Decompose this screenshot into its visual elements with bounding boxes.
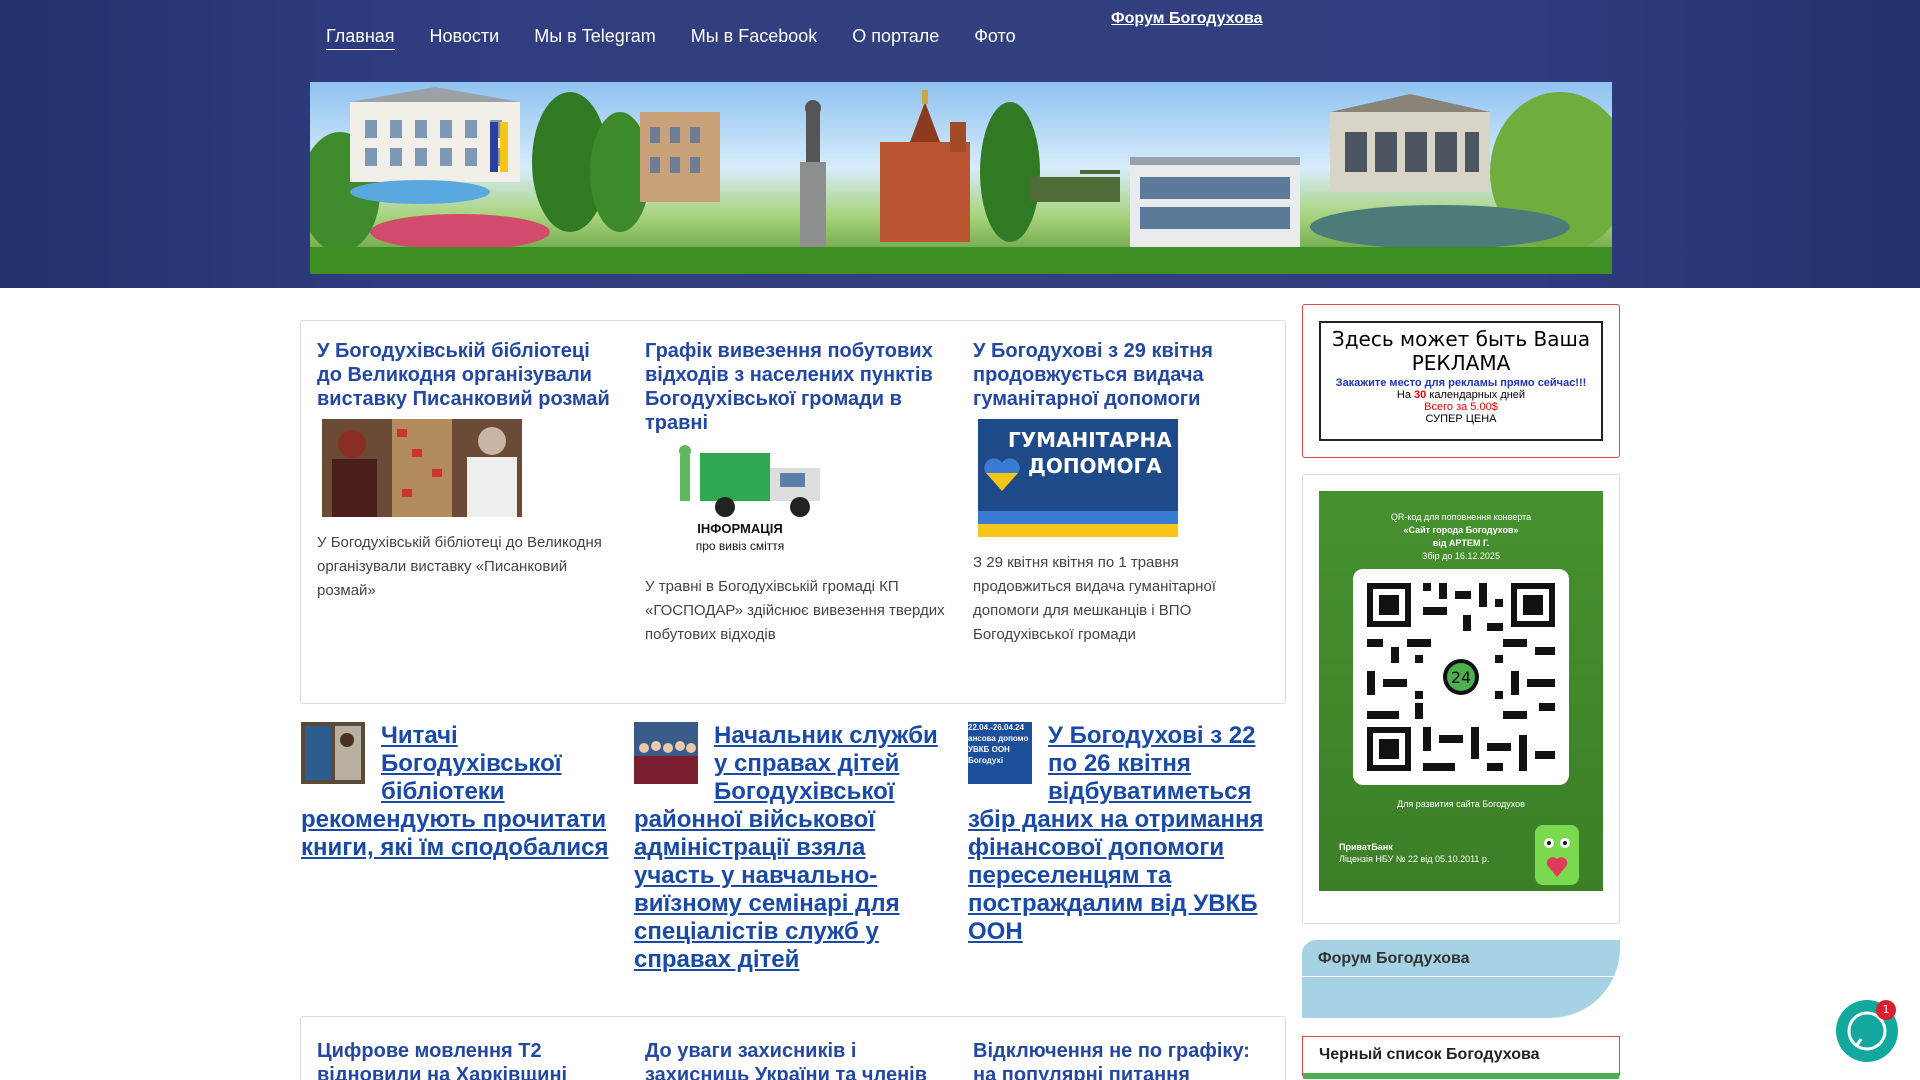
nav-about[interactable]: О портале bbox=[852, 26, 939, 50]
qr-center-badge: 24 bbox=[1451, 668, 1471, 687]
news-link-item: Начальник служби у справах дітей Богодух… bbox=[634, 722, 944, 974]
qr-caption: QR-код для поповнення конверта bbox=[1390, 512, 1532, 522]
ad-number: 30 bbox=[1414, 389, 1427, 401]
sidebar-forum-block[interactable]: Форум Богодухова bbox=[1302, 940, 1620, 1018]
qr-bank-info: ПриватБанк Ліцензія НБУ № 22 від 05.10.2… bbox=[1339, 841, 1489, 865]
sidebar-blacklist-block[interactable]: Черный список Богодухова bbox=[1302, 1036, 1620, 1079]
header-banner-image bbox=[310, 82, 1612, 274]
top-navigation: Главная Новости Мы в Telegram Мы в Faceb… bbox=[326, 26, 1051, 50]
ad-line: На 30 календарных дней bbox=[1321, 389, 1601, 401]
news-item: У Богодухові з 29 квітня продовжується в… bbox=[973, 339, 1273, 647]
forum-link[interactable]: Форум Богодухова bbox=[1111, 10, 1263, 28]
image-caption: про вивіз сміття bbox=[695, 539, 785, 553]
humanitarian-aid-thumbnail[interactable]: ГУМАНІТАРНА ДОПОМОГА bbox=[978, 419, 1178, 537]
news-card-row-3: Цифрове мовлення Т2 відновили на Харківщ… bbox=[300, 1016, 1286, 1080]
news-excerpt: З 29 квітня квітня по 1 травня продовжит… bbox=[973, 554, 1216, 643]
news-title[interactable]: У Богодухівській бібліотеці до Великодня… bbox=[317, 339, 617, 411]
news-item: Цифрове мовлення Т2 відновили на Харківщ… bbox=[317, 1039, 617, 1080]
news-item: У Богодухівській бібліотеці до Великодня… bbox=[317, 339, 617, 603]
waste-removal-thumbnail[interactable]: ІНФОРМАЦІЯ про вивіз сміття bbox=[650, 443, 850, 561]
unhcr-notice-thumbnail[interactable]: 22.04.-26.04.24 ансова допомо УВКБ ООН Б… bbox=[968, 722, 1032, 784]
news-link-item: Читачі Богодухівської бібліотеки рекомен… bbox=[301, 722, 611, 862]
qr-purpose: Для развития сайта Богодухов bbox=[1397, 799, 1525, 809]
nav-news[interactable]: Новости bbox=[430, 26, 500, 50]
news-link-item: 22.04.-26.04.24 ансова допомо УВКБ ООН Б… bbox=[968, 722, 1278, 946]
sidebar-ad-card: Здесь может быть Ваша РЕКЛАМА Закажите м… bbox=[1302, 304, 1620, 458]
site-header: Главная Новости Мы в Telegram Мы в Faceb… bbox=[0, 0, 1920, 288]
news-excerpt: У травні в Богодухівській громаді КП «ГО… bbox=[645, 578, 945, 643]
nav-telegram[interactable]: Мы в Telegram bbox=[534, 26, 656, 50]
divider bbox=[1302, 976, 1620, 977]
news-excerpt: У Богодухівській бібліотеці до Великодня… bbox=[317, 534, 602, 599]
thumbnail-text: 22.04.-26.04.24 ансова допомо УВКБ ООН Б… bbox=[968, 723, 1029, 765]
ad-banner[interactable]: Здесь может быть Ваша РЕКЛАМА Закажите м… bbox=[1319, 321, 1603, 441]
image-caption: ДОПОМОГА bbox=[1028, 454, 1162, 478]
qr-caption: Збір до 16.12.2025 bbox=[1422, 551, 1500, 561]
sidebar-forum-label: Форум Богодухова bbox=[1318, 950, 1470, 967]
bank-name: ПриватБанк bbox=[1339, 842, 1393, 852]
garbage-truck-icon bbox=[679, 445, 820, 517]
chat-notification-badge: 1 bbox=[1876, 1000, 1896, 1020]
green-strip bbox=[1303, 1073, 1619, 1079]
qr-caption: «Сайт города Богодухов» bbox=[1403, 525, 1519, 535]
news-item: Графік вивезення побутових відходів з на… bbox=[645, 339, 945, 647]
news-item: Відключення не по графіку: на популярні … bbox=[973, 1039, 1273, 1080]
heart-icon bbox=[984, 458, 1020, 491]
sidebar-donation-card: QR-код для поповнення конверта «Сайт гор… bbox=[1302, 474, 1620, 924]
mascot-icon bbox=[1535, 825, 1579, 885]
donation-qr-poster[interactable]: QR-код для поповнення конверта «Сайт гор… bbox=[1319, 491, 1603, 891]
ad-line: РЕКЛАМА bbox=[1411, 351, 1511, 375]
news-card-row-1: У Богодухівській бібліотеці до Великодня… bbox=[300, 320, 1286, 704]
seminar-group-thumbnail[interactable] bbox=[634, 722, 698, 784]
ad-line: Закажите место для рекламы прямо сейчас!… bbox=[1335, 377, 1587, 389]
news-title[interactable]: Цифрове мовлення Т2 відновили на Харківщ… bbox=[317, 1039, 617, 1080]
town-collage-illustration bbox=[310, 87, 1612, 274]
qr-caption: від АРТЕМ Г. bbox=[1432, 538, 1490, 548]
library-photo-thumbnail[interactable] bbox=[322, 419, 522, 517]
image-caption: ГУМАНІТАРНА bbox=[1008, 428, 1172, 452]
qr-code: 24 bbox=[1353, 569, 1569, 785]
nav-photo[interactable]: Фото bbox=[974, 26, 1015, 50]
ad-line: Всего за 5.00$ bbox=[1424, 401, 1498, 413]
image-caption: ІНФОРМАЦІЯ bbox=[697, 521, 783, 536]
ad-text: На bbox=[1396, 389, 1411, 401]
news-title[interactable]: У Богодухові з 29 квітня продовжується в… bbox=[973, 339, 1273, 411]
ad-text: календарных дней bbox=[1429, 389, 1526, 401]
qr-code-icon: 24 bbox=[1367, 583, 1555, 771]
news-title[interactable]: Відключення не по графіку: на популярні … bbox=[973, 1039, 1273, 1080]
sidebar-blacklist-label: Черный список Богодухова bbox=[1319, 1046, 1540, 1063]
news-item: До уваги захисників і захисниць України … bbox=[645, 1039, 945, 1080]
bank-license: Ліцензія НБУ № 22 від 05.10.2011 р. bbox=[1339, 854, 1490, 864]
news-title[interactable]: До уваги захисників і захисниць України … bbox=[645, 1039, 945, 1080]
nav-home[interactable]: Главная bbox=[326, 26, 395, 50]
bookshelf-thumbnail[interactable] bbox=[301, 722, 365, 784]
news-title[interactable]: Графік вивезення побутових відходів з на… bbox=[645, 339, 945, 435]
flag-stripe bbox=[978, 511, 1178, 537]
nav-facebook[interactable]: Мы в Facebook bbox=[691, 26, 818, 50]
ad-line: Здесь может быть Ваша bbox=[1331, 327, 1591, 351]
ad-line: СУПЕР ЦЕНА bbox=[1425, 413, 1497, 425]
